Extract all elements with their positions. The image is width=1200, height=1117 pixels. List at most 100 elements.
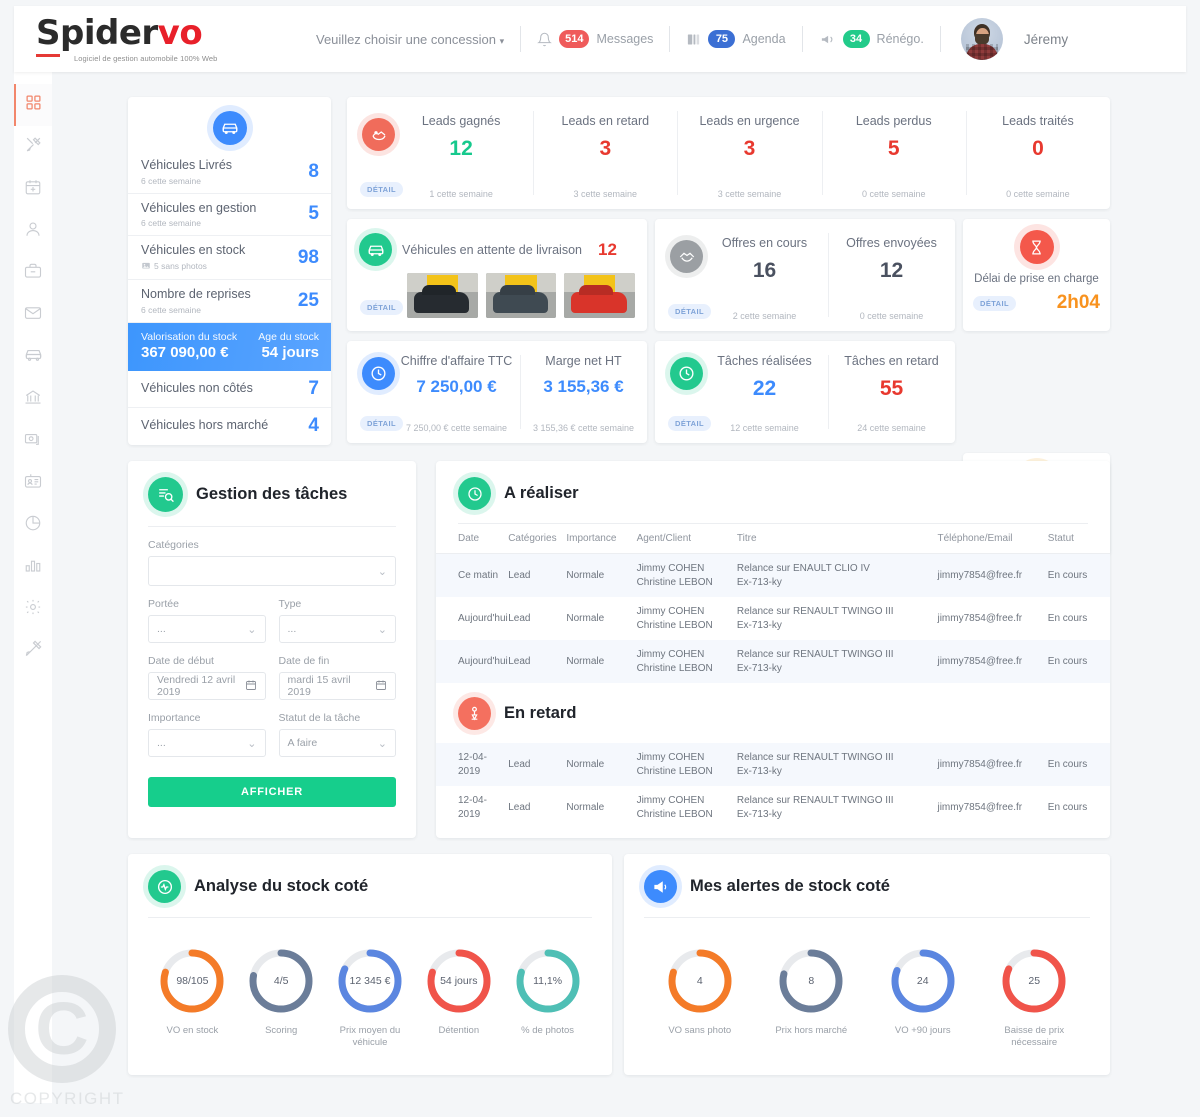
statut-select[interactable]: A faire ⌄	[278, 729, 396, 757]
app-logo[interactable]: Spidervo Logiciel de gestion automobile …	[36, 12, 286, 63]
vehicles-row-non-cotes[interactable]: Véhicules non côtés 7	[128, 371, 331, 408]
vehicles-row-stock[interactable]: Véhicules en stock 5 sans photos 98	[128, 236, 331, 280]
user-menu[interactable]: Jéremy	[960, 18, 1068, 60]
table-row[interactable]: 12-04-2019 Lead Normale Jimmy COHEN Chris…	[436, 786, 1110, 829]
kpi-leads-perdus[interactable]: Leads perdus 5 0 cette semaine	[821, 97, 966, 209]
donut-caption: Détention	[438, 1025, 480, 1036]
kpi-leads-en-retard[interactable]: Leads en retard 3 3 cette semaine	[533, 97, 677, 209]
money-icon	[24, 430, 42, 453]
table-row[interactable]: 12-04-2019 Lead Normale Jimmy COHEN Chris…	[436, 743, 1110, 786]
sidebar-item-id-card[interactable]	[14, 462, 52, 504]
kpi-taches-realisees[interactable]: Tâches réalisées 22 12 cette semaine	[655, 341, 828, 443]
table-row[interactable]: Ce matin Lead Normale Jimmy COHEN Christi…	[436, 553, 1110, 597]
donut-item[interactable]: 4/5 Scoring	[237, 946, 326, 1050]
donut-item[interactable]: 4 VO sans photo	[654, 946, 746, 1050]
header-messages[interactable]: 514 Messages	[537, 30, 653, 48]
overdue-icon	[458, 697, 491, 730]
donut-item[interactable]: 98/105 VO en stock	[148, 946, 237, 1050]
portee-select[interactable]: ... ⌄	[148, 615, 266, 643]
kpi-leads-gagnes[interactable]: Leads gagnés 12 1 cette semaine	[347, 97, 533, 209]
importance-select[interactable]: ... ⌄	[148, 729, 266, 757]
categories-select[interactable]: ⌄	[148, 556, 396, 586]
table-row[interactable]: Aujourd'hui Lead Normale Jimmy COHEN Chri…	[436, 597, 1110, 640]
kpi-value: 12	[449, 137, 473, 160]
donut-item[interactable]: 12 345 € Prix moyen du véhicule	[326, 946, 415, 1050]
th-statut: Statut	[1047, 524, 1110, 554]
type-select[interactable]: ... ⌄	[278, 615, 396, 643]
date-fin-input[interactable]: mardi 15 avril 2019	[278, 672, 396, 700]
book-icon	[686, 32, 701, 47]
sidebar-item-tools[interactable]	[14, 126, 52, 168]
sidebar-item-calendar[interactable]	[14, 168, 52, 210]
cell-statut: En cours	[1047, 612, 1088, 624]
chevron-down-icon: ⌄	[377, 565, 387, 578]
livraison-detail-button[interactable]: DÉTAIL	[360, 300, 403, 315]
date-value: mardi 15 avril 2019	[287, 674, 351, 698]
vehicle-photo-2[interactable]	[485, 273, 557, 318]
th-titre: Titre	[736, 524, 938, 554]
sidebar-item-mail[interactable]	[14, 294, 52, 336]
cell-titre: Relance sur RENAULT TWINGO III Ex-713-ky	[736, 640, 938, 683]
analyse-stock-panel: Analyse du stock coté 98/105 VO en stock 4…	[128, 854, 612, 1075]
donut-item[interactable]: 8 Prix hors marché	[765, 946, 857, 1050]
kpi-leads-traites[interactable]: Leads traités 0 0 cette semaine	[965, 97, 1110, 209]
kpi-value: 55	[879, 377, 904, 400]
sidebar-item-dashboard[interactable]	[14, 84, 52, 126]
vehicle-photo-1[interactable]	[407, 273, 478, 318]
header-agenda[interactable]: 75 Agenda	[686, 30, 786, 48]
divider	[939, 26, 941, 52]
calendar-icon[interactable]	[245, 679, 257, 694]
kpi-taches-en-retard[interactable]: Tâches en retard 55 24 cette semaine	[828, 341, 955, 443]
concession-selector[interactable]: Veuillez choisir une concession ▾	[316, 32, 504, 47]
donut-value: 8	[808, 975, 815, 987]
sidebar-item-finance[interactable]	[14, 420, 52, 462]
row-sub: 5 sans photos	[141, 261, 245, 272]
sidebar-item-bank[interactable]	[14, 378, 52, 420]
a-realiser-header: A réaliser	[436, 461, 1110, 523]
vehicles-row-livres[interactable]: Véhicules Livrés 6 cette semaine 8	[128, 151, 331, 194]
analyse-title: Analyse du stock coté	[194, 877, 369, 895]
chevron-down-icon: ⌄	[247, 623, 257, 636]
vehicle-photo-3[interactable]	[564, 273, 636, 318]
sidebar-item-settings[interactable]	[14, 588, 52, 630]
kpi-offres-envoyees[interactable]: Offres envoyées 12 0 cette semaine	[828, 219, 955, 331]
kpi-chiffre-affaire[interactable]: Chiffre d'affaire TTC 7 250,00 € 7 250,0…	[347, 341, 520, 443]
a-realiser-title: A réaliser	[504, 484, 579, 502]
header-renego[interactable]: 34 Rénégo.	[819, 30, 924, 48]
donut-value: 54 jours	[440, 975, 478, 987]
sidebar-item-contacts[interactable]	[14, 210, 52, 252]
table-row[interactable]: Aujourd'hui Lead Normale Jimmy COHEN Chri…	[436, 640, 1110, 683]
sidebar-item-briefcase[interactable]	[14, 252, 52, 294]
kpi-leads-en-urgence[interactable]: Leads en urgence 3 3 cette semaine	[677, 97, 821, 209]
calendar-icon[interactable]	[375, 679, 387, 694]
cell-contact: jimmy7854@free.fr	[937, 553, 1048, 597]
sidebar-item-reports[interactable]	[14, 504, 52, 546]
kpi-title: Leads perdus	[855, 114, 932, 128]
kpi-offres-en-cours[interactable]: Offres en cours 16 2 cette semaine	[655, 219, 828, 331]
vehicles-summary-panel: Véhicules Livrés 6 cette semaine 8 Véhic…	[128, 97, 331, 445]
afficher-button[interactable]: AFFICHER	[148, 777, 396, 807]
donut-item[interactable]: 54 jours Détention	[414, 946, 503, 1050]
select-value: ...	[287, 623, 297, 635]
vehicles-row-gestion[interactable]: Véhicules en gestion 6 cette semaine 5	[128, 194, 331, 237]
donut-item[interactable]: 25 Baisse de prix nécessaire	[988, 946, 1080, 1050]
donut-item[interactable]: 24 VO +90 jours	[877, 946, 969, 1050]
stock-valuation-banner[interactable]: Valorisation du stock 367 090,00 € Age d…	[128, 322, 331, 371]
donut-caption: Prix hors marché	[775, 1025, 848, 1036]
vehicles-row-hors-marche[interactable]: Véhicules hors marché 4	[128, 408, 331, 444]
vehicles-row-reprises[interactable]: Nombre de reprises 6 cette semaine 25	[128, 280, 331, 323]
chevron-down-icon: ▾	[499, 35, 505, 46]
kpi-value: 3	[599, 137, 612, 160]
car-green-icon	[359, 233, 392, 266]
sidebar-item-vehicles[interactable]	[14, 336, 52, 378]
kpi-sub: 3 cette semaine	[717, 189, 782, 199]
delai-detail-button[interactable]: DÉTAIL	[973, 295, 1016, 311]
cell-titre: Relance sur RENAULT TWINGO III Ex-713-ky	[736, 795, 894, 820]
donut-caption: % de photos	[521, 1025, 574, 1036]
donut-item[interactable]: 11,1% % de photos	[503, 946, 592, 1050]
sidebar-item-stats[interactable]	[14, 546, 52, 588]
date-debut-input[interactable]: Vendredi 12 avril 2019	[148, 672, 266, 700]
sidebar-item-admin[interactable]	[14, 630, 52, 672]
kpi-marge-net[interactable]: Marge net HT 3 155,36 € 3 155,36 € cette…	[520, 341, 647, 443]
kpi-title: Leads gagnés	[421, 114, 501, 128]
